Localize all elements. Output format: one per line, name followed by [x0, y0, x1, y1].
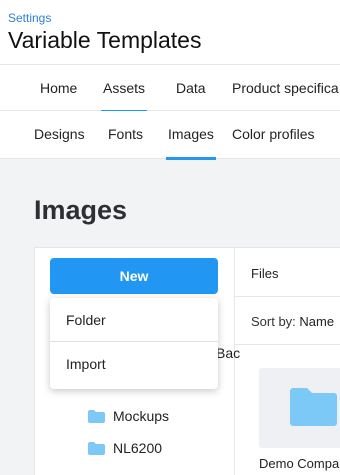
primary-nav: Home Assets Data Product specifica	[0, 64, 340, 113]
sort-control[interactable]: Sort by: Name	[251, 314, 334, 329]
tree-item-mockups[interactable]: Mockups	[88, 408, 169, 424]
page-title: Variable Templates	[8, 27, 202, 53]
menu-divider	[50, 341, 218, 342]
secondary-nav: Designs Fonts Images Color profiles	[0, 111, 340, 160]
tab-fonts[interactable]: Fonts	[108, 126, 143, 142]
sort-label: Sort by:	[251, 314, 296, 329]
folder-icon	[290, 388, 337, 426]
menu-item-folder[interactable]: Folder	[66, 312, 106, 328]
tab-images[interactable]: Images	[166, 126, 216, 160]
tab-designs[interactable]: Designs	[34, 126, 85, 142]
panel-divider	[234, 247, 235, 475]
tab-assets[interactable]: Assets	[100, 80, 148, 113]
section-title: Images	[34, 195, 128, 225]
folder-icon	[88, 409, 105, 423]
breadcrumb-settings[interactable]: Settings	[8, 11, 51, 25]
app-header: Settings Variable Templates	[0, 0, 340, 64]
tree-item-label: Mockups	[113, 408, 170, 424]
folder-card[interactable]	[259, 368, 340, 448]
tree-item-label: NL6200	[113, 440, 163, 456]
sort-value: Name	[299, 314, 335, 329]
new-button[interactable]: New	[50, 258, 218, 294]
tab-color-profiles[interactable]: Color profiles	[232, 126, 314, 142]
tab-home[interactable]: Home	[40, 80, 77, 96]
tab-data[interactable]: Data	[176, 80, 206, 96]
menu-item-import[interactable]: Import	[66, 356, 106, 372]
files-heading: Files	[251, 266, 279, 281]
sort-divider	[235, 344, 340, 345]
folder-card-label[interactable]: Demo Compa	[259, 456, 339, 471]
new-dropdown-menu: Folder Import	[50, 298, 218, 389]
tab-product-specifications[interactable]: Product specifica	[232, 80, 339, 96]
tree-item-nl6200[interactable]: NL6200	[88, 440, 162, 456]
tree-item-partial-label: Bac	[216, 345, 241, 361]
files-divider	[235, 296, 340, 297]
folder-icon	[88, 441, 105, 455]
